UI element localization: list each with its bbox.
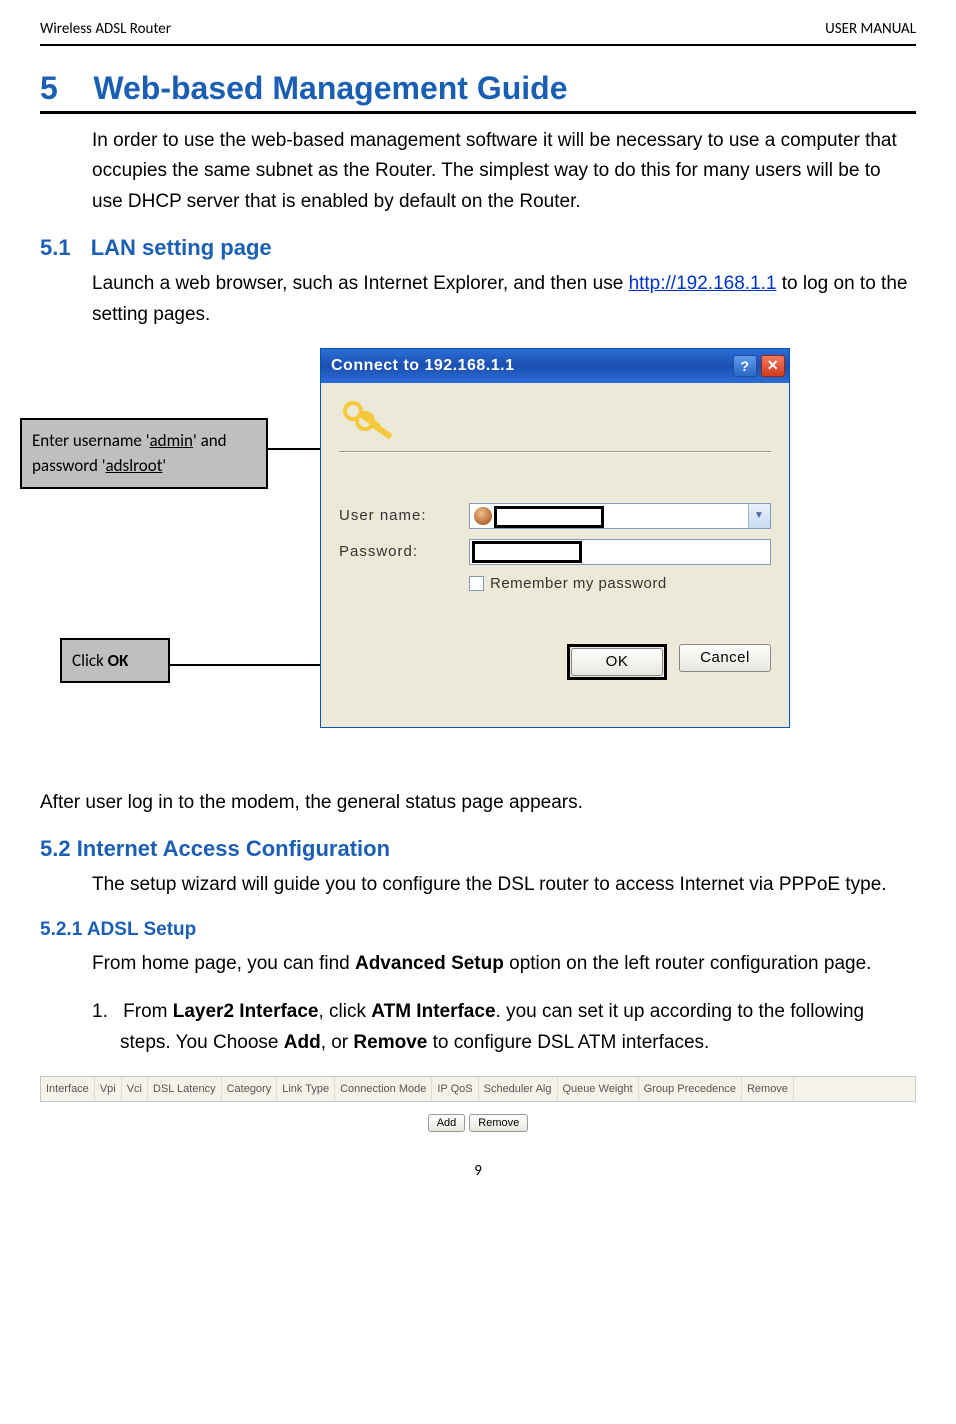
callout-creds-a: Enter username ' bbox=[32, 430, 150, 451]
intro-paragraph: In order to use the web-based management… bbox=[92, 126, 916, 217]
heading-1: 5 Web-based Management Guide bbox=[40, 70, 916, 107]
titlebar-buttons: ? ✕ bbox=[733, 355, 785, 377]
callout-credentials: Enter username 'admin' and password 'ads… bbox=[20, 418, 268, 489]
password-highlight-box bbox=[472, 541, 582, 563]
th-interface: Interface bbox=[41, 1077, 95, 1101]
th-vci: Vci bbox=[122, 1077, 148, 1101]
ol-num: 1. bbox=[92, 1001, 108, 1022]
dialog-button-row: OK Cancel bbox=[339, 644, 771, 680]
dialog-title: Connect to 192.168.1.1 bbox=[331, 357, 515, 375]
th-link-type: Link Type bbox=[277, 1077, 335, 1101]
username-label: User name: bbox=[339, 507, 469, 524]
page-number: 9 bbox=[40, 1162, 916, 1180]
chevron-down-icon[interactable]: ▼ bbox=[748, 504, 770, 528]
th-group-precedence: Group Precedence bbox=[639, 1077, 742, 1101]
th-vpi: Vpi bbox=[95, 1077, 122, 1101]
callout-ok-a: Click bbox=[72, 650, 108, 671]
th-remove: Remove bbox=[742, 1077, 794, 1101]
th-ip-qos: IP QoS bbox=[432, 1077, 478, 1101]
ol1-b3: Add bbox=[284, 1032, 321, 1053]
cancel-button[interactable]: Cancel bbox=[679, 644, 771, 672]
after-login-text: After user log in to the modem, the gene… bbox=[40, 788, 916, 818]
header-right: USER MANUAL bbox=[825, 20, 916, 38]
ok-button[interactable]: OK bbox=[571, 648, 663, 676]
dialog-titlebar: Connect to 192.168.1.1 ? ✕ bbox=[321, 349, 789, 383]
page-header: Wireless ADSL Router USER MANUAL bbox=[40, 20, 916, 46]
ol1-e: , or bbox=[321, 1032, 354, 1053]
s521-bold: Advanced Setup bbox=[355, 953, 504, 974]
h2-num: 5.1 bbox=[40, 235, 71, 260]
s51-text-a: Launch a web browser, such as Internet E… bbox=[92, 273, 629, 294]
h1-num: 5 bbox=[40, 70, 58, 106]
s521-a: From home page, you can find bbox=[92, 953, 355, 974]
add-button[interactable]: Add bbox=[428, 1114, 466, 1132]
remember-label: Remember my password bbox=[490, 575, 667, 592]
ol1-b1: Layer2 Interface bbox=[173, 1001, 319, 1022]
login-dialog: Connect to 192.168.1.1 ? ✕ User name: ▼ bbox=[320, 348, 790, 728]
router-url-link[interactable]: http://192.168.1.1 bbox=[629, 273, 777, 294]
username-highlight-box bbox=[494, 506, 604, 528]
atm-interface-table: Interface Vpi Vci DSL Latency Category L… bbox=[40, 1076, 916, 1102]
ol1-b4: Remove bbox=[353, 1032, 427, 1053]
ok-button-highlight: OK bbox=[567, 644, 667, 680]
th-connection-mode: Connection Mode bbox=[335, 1077, 432, 1101]
username-row: User name: ▼ bbox=[339, 503, 771, 529]
th-scheduler-alg: Scheduler Alg bbox=[479, 1077, 558, 1101]
header-left: Wireless ADSL Router bbox=[40, 20, 171, 38]
remember-row: Remember my password bbox=[469, 575, 771, 592]
h1-rule bbox=[40, 111, 916, 114]
callout-password: adslroot bbox=[105, 455, 162, 476]
groove-divider bbox=[339, 451, 771, 453]
password-row: Password: bbox=[339, 539, 771, 565]
close-icon[interactable]: ✕ bbox=[761, 355, 785, 377]
ol1-c: , click bbox=[319, 1001, 372, 1022]
callout-username: admin bbox=[150, 430, 194, 451]
callout-ok-b: OK bbox=[108, 650, 129, 671]
th-category: Category bbox=[222, 1077, 278, 1101]
ol1-a: From bbox=[123, 1001, 173, 1022]
s52-paragraph: The setup wizard will guide you to confi… bbox=[92, 870, 916, 900]
password-label: Password: bbox=[339, 543, 469, 560]
ordered-list-item-1: 1. From Layer2 Interface, click ATM Inte… bbox=[120, 997, 916, 1058]
callout-creds-c: ' bbox=[162, 455, 166, 476]
s51-paragraph: Launch a web browser, such as Internet E… bbox=[92, 269, 916, 330]
callout-ok: Click OK bbox=[60, 638, 170, 684]
h2-title: LAN setting page bbox=[91, 235, 272, 260]
s521-paragraph: From home page, you can find Advanced Se… bbox=[92, 949, 916, 979]
username-input[interactable]: ▼ bbox=[469, 503, 771, 529]
s521-b: option on the left router configuration … bbox=[504, 953, 872, 974]
remove-button[interactable]: Remove bbox=[469, 1114, 528, 1132]
th-queue-weight: Queue Weight bbox=[558, 1077, 639, 1101]
keys-icon bbox=[339, 399, 395, 445]
remember-checkbox[interactable] bbox=[469, 576, 484, 591]
ol1-f: to configure DSL ATM interfaces. bbox=[427, 1032, 709, 1053]
dialog-body: User name: ▼ Password: Remember my passw… bbox=[321, 383, 789, 694]
table-button-row: Add Remove bbox=[40, 1114, 916, 1132]
help-icon[interactable]: ? bbox=[733, 355, 757, 377]
heading-5-1: 5.1 LAN setting page bbox=[40, 235, 916, 261]
password-input[interactable] bbox=[469, 539, 771, 565]
heading-5-2: 5.2 Internet Access Configuration bbox=[40, 836, 916, 862]
heading-5-2-1: 5.2.1 ADSL Setup bbox=[40, 919, 916, 941]
h1-title: Web-based Management Guide bbox=[93, 70, 567, 106]
th-dsl-latency: DSL Latency bbox=[148, 1077, 222, 1101]
dialog-figure: Enter username 'admin' and password 'ads… bbox=[40, 348, 916, 768]
ol1-b2: ATM Interface bbox=[371, 1001, 495, 1022]
user-icon bbox=[474, 507, 492, 525]
